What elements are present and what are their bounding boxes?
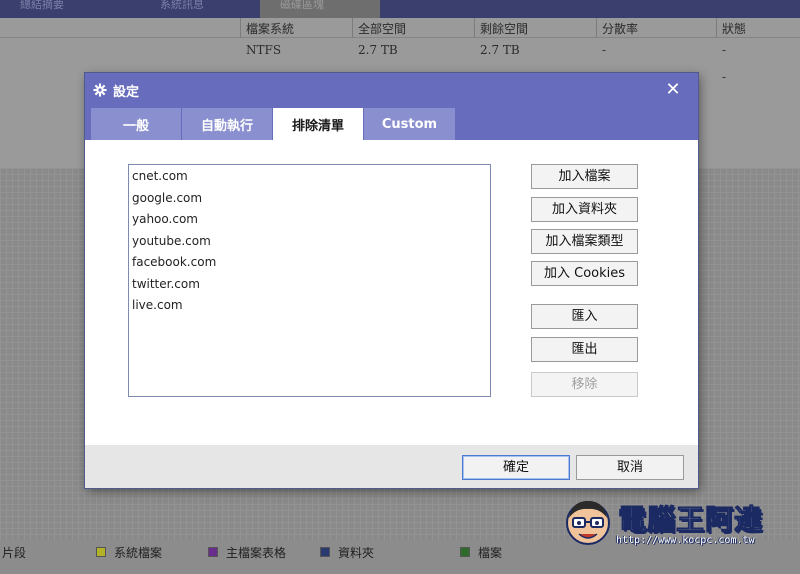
watermark-logo: 電腦王阿達 http://www.kocpc.com.tw [560,494,780,554]
legend-label: 資料夾 [338,545,375,560]
add-cookies-button[interactable]: 加入 Cookies [531,261,638,286]
tab-general[interactable]: 一般 [91,108,181,140]
legend-swatch [96,547,106,557]
watermark-title: 電腦王阿達 [617,503,764,537]
list-item[interactable]: live.com [132,295,183,315]
legend-mft: 主檔案表格 [208,544,286,560]
list-item[interactable]: youtube.com [132,231,211,251]
export-button[interactable]: 匯出 [531,337,638,362]
legend-swatch [460,547,470,557]
dialog-title: 設定 [113,84,140,100]
background-col-total: 全部空間 [358,22,407,36]
tab-autorun[interactable]: 自動執行 [182,108,272,140]
legend-label: 主檔案表格 [226,545,287,560]
exclusion-listbox[interactable]: cnet.com google.com yahoo.com youtube.co… [128,164,491,397]
cancel-button[interactable]: 取消 [576,455,684,480]
legend-swatch [208,547,218,557]
background-tab-summary: 總結摘要 [20,0,64,11]
legend-swatch [320,547,330,557]
legend-label: 檔案 [478,545,503,560]
list-item[interactable]: yahoo.com [132,209,198,229]
tab-exclusion-list[interactable]: 排除清單 [273,108,363,140]
close-icon: ✕ [665,79,681,100]
add-file-button[interactable]: 加入檔案 [531,164,638,189]
remove-button[interactable]: 移除 [531,372,638,397]
legend-label: 系統檔案 [114,545,163,560]
add-filetype-button[interactable]: 加入檔案類型 [531,229,638,254]
background-col-status: 狀態 [722,22,747,36]
list-item[interactable]: cnet.com [132,166,188,186]
tab-label: 自動執行 [200,118,253,134]
background-col-divider [716,18,717,38]
tab-custom[interactable]: Custom [364,108,455,140]
background-row1-fs: NTFS [246,43,282,57]
background-col-divider [240,18,241,38]
gear-icon [93,83,107,97]
background-row1-fragment: - [602,43,607,57]
legend-folders: 資料夾 [320,544,374,560]
import-button[interactable]: 匯入 [531,304,638,329]
ok-button[interactable]: 確定 [462,455,570,480]
close-button[interactable]: ✕ [664,81,682,99]
watermark-url: http://www.kocpc.com.tw [616,535,755,546]
background-tab-disk: 磁碟區塊 [260,0,380,18]
list-item[interactable]: google.com [132,188,202,208]
background-col-free: 剩餘空間 [480,22,529,36]
legend-system-files: 系統檔案 [96,544,162,560]
dialog-title-bar: 設定 [93,81,140,100]
settings-dialog: 設定 ✕ 一般 自動執行 排除清單 Custom cnet.com google… [85,73,698,488]
background-row2-status: - [722,70,727,84]
list-item[interactable]: facebook.com [132,252,216,272]
legend-fragment: 片段 [2,544,26,560]
background-col-divider [352,18,353,38]
list-item[interactable]: twitter.com [132,274,200,294]
background-tab-system: 系統訊息 [160,0,204,11]
tab-label: 排除清單 [291,118,344,134]
tab-label: 一般 [122,118,149,134]
background-row1-total: 2.7 TB [358,43,398,57]
legend-label: 片段 [2,545,27,560]
add-folder-button[interactable]: 加入資料夾 [531,197,638,222]
mascot-face-icon [566,501,610,545]
background-row1-free: 2.7 TB [480,43,520,57]
background-col-divider [474,18,475,38]
background-col-filesystem: 檔案系統 [246,22,295,36]
legend-files: 檔案 [460,544,502,560]
background-col-fragment: 分散率 [602,22,639,36]
background-col-divider [596,18,597,38]
background-row1-status: - [722,43,727,57]
tab-label: Custom [381,116,438,132]
